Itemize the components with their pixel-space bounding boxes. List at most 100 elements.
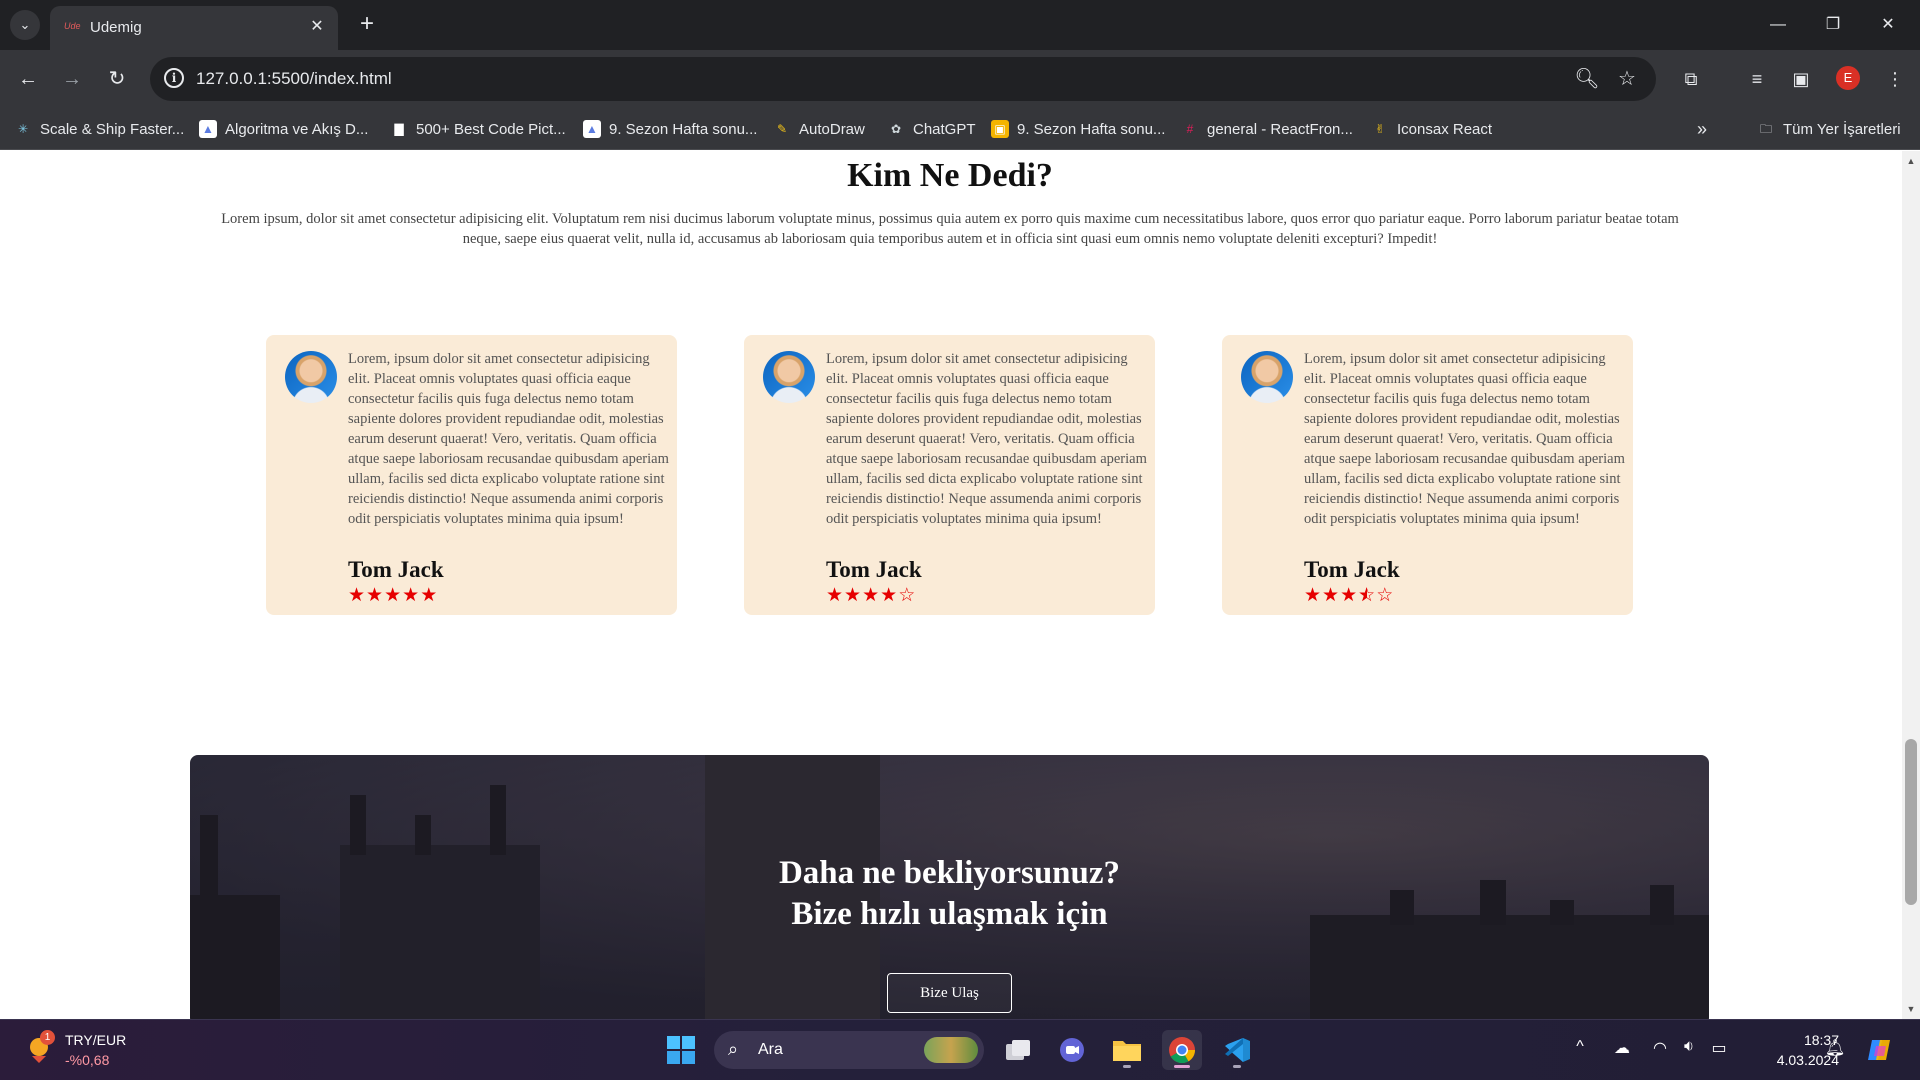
cta-heading-line1: Daha ne bekliyorsunuz? [778, 855, 1121, 891]
star-full-icon: ★ [880, 584, 899, 606]
file-explorer-icon[interactable] [1107, 1030, 1147, 1070]
spire-silhouette [490, 785, 506, 855]
new-tab-button[interactable]: + [352, 10, 382, 40]
notification-bell-icon[interactable]: 🔔︎ [1823, 1038, 1847, 1058]
slides-icon: ▣ [991, 120, 1009, 138]
tab-title: Udemig [90, 19, 142, 36]
star-empty-icon: ☆ [898, 584, 917, 606]
star-full-icon: ★ [844, 584, 863, 606]
scroll-up-icon[interactable]: ▲ [1906, 156, 1916, 166]
spire-silhouette [415, 815, 431, 855]
pencil-icon: ✎ [776, 122, 788, 136]
star-full-icon: ★ [826, 584, 845, 606]
tab-search-button[interactable]: ⌄ [10, 10, 40, 40]
search-placeholder: Ara [758, 1041, 783, 1058]
media-control-icon[interactable]: ≡ [1742, 64, 1772, 94]
star-full-icon: ★ [862, 584, 881, 606]
contact-button[interactable]: Bize Ulaş [887, 973, 1012, 1013]
testimonial-card: Lorem, ipsum dolor sit amet consectetur … [1222, 335, 1633, 615]
site-info-icon[interactable]: i [164, 68, 184, 88]
avatar [1241, 351, 1293, 403]
unsplash-icon: ▇ [394, 122, 404, 136]
chatgpt-icon: ✿ [890, 122, 902, 136]
bookmark-item[interactable]: ▲ Algoritma ve Akış D... [199, 118, 368, 140]
zoom-icon[interactable]: 🔍︎ [1574, 66, 1600, 92]
bookmark-star-icon[interactable]: ☆ [1614, 66, 1640, 92]
testimonial-name: Tom Jack [1304, 557, 1400, 582]
bookmark-item[interactable]: ▣ 9. Sezon Hafta sonu... [991, 118, 1165, 140]
profile-avatar[interactable]: E [1836, 66, 1860, 90]
favicon-icon: Ude [64, 21, 81, 31]
cta-heading-line2: Bize hızlı ulaşmak için [791, 896, 1108, 932]
reload-icon[interactable]: ↻ [102, 64, 132, 94]
spire-silhouette [350, 795, 366, 855]
star-full-icon: ★ [384, 584, 403, 606]
testimonial-name: Tom Jack [348, 557, 444, 582]
ticker-name[interactable]: TRY/EUR [65, 1032, 126, 1048]
more-bookmarks-icon[interactable]: » [1697, 118, 1707, 140]
bookmark-item[interactable]: ✌ Iconsax React [1371, 118, 1492, 140]
bookmark-item[interactable]: ▲ 9. Sezon Hafta sonu... [583, 118, 757, 140]
star-full-icon: ★ [348, 584, 367, 606]
doc-icon: ▲ [583, 120, 601, 138]
chevron-up-icon[interactable]: ^ [1568, 1038, 1592, 1056]
cta-heading: Daha ne bekliyorsunuz? Bize hızlı ulaşma… [190, 853, 1709, 935]
page-viewport: Kim Ne Dedi? Lorem ipsum, dolor sit amet… [0, 151, 1902, 1019]
slack-icon: # [1186, 122, 1194, 136]
scroll-down-icon[interactable]: ▼ [1906, 1004, 1916, 1014]
star-burst-icon: ✳ [17, 122, 29, 136]
battery-icon[interactable]: ▭ [1707, 1038, 1731, 1058]
star-rating: ★★★★★ [348, 585, 438, 605]
back-icon[interactable]: ← [13, 64, 43, 94]
star-empty-icon: ☆ [1376, 584, 1395, 606]
testimonial-text: Lorem, ipsum dolor sit amet consectetur … [826, 351, 1147, 527]
side-panel-icon[interactable]: ▣ [1786, 64, 1816, 94]
bookmarks-bar: ✳ Scale & Ship Faster... ▲ Algoritma ve Ak… [0, 108, 1920, 150]
forward-icon[interactable]: → [57, 64, 87, 94]
testimonial-name: Tom Jack [826, 557, 922, 582]
copilot-icon[interactable] [1860, 1030, 1900, 1070]
volume-icon[interactable]: 🔉︎ [1677, 1038, 1701, 1056]
victory-hand-icon: ✌ [1374, 122, 1386, 136]
vscode-icon[interactable] [1217, 1030, 1257, 1070]
star-full-icon: ★ [1340, 584, 1359, 606]
bookmark-item[interactable]: # general - ReactFron... [1181, 118, 1353, 140]
bookmark-item[interactable]: ✎ AutoDraw [773, 118, 865, 140]
bookmark-item[interactable]: ✿ ChatGPT [887, 118, 976, 140]
search-highlight-image [924, 1037, 978, 1063]
page-scrollbar[interactable]: ▲ ▼ [1902, 151, 1920, 1019]
testimonial-text: Lorem, ipsum dolor sit amet consectetur … [348, 351, 669, 527]
address-bar[interactable]: i 127.0.0.1:5500/index.html 🔍︎ ☆ [150, 57, 1656, 101]
onedrive-icon[interactable]: ☁ [1610, 1038, 1634, 1058]
bookmark-item[interactable]: ▇ 500+ Best Code Pict... [390, 118, 565, 140]
task-view-icon[interactable] [998, 1030, 1038, 1070]
bookmark-item[interactable]: ✳ Scale & Ship Faster... [14, 118, 184, 140]
tab-strip: ⌄ Ude Udemig ✕ + — ❐ ✕ [0, 0, 1920, 50]
extensions-icon[interactable]: ⧉ [1676, 64, 1706, 94]
wifi-icon[interactable]: ◠ [1648, 1038, 1672, 1058]
browser-toolbar: ← → ↻ i 127.0.0.1:5500/index.html 🔍︎ ☆ ⧉… [0, 50, 1920, 108]
star-full-icon: ★ [1322, 584, 1341, 606]
close-tab-icon[interactable]: ✕ [306, 16, 328, 38]
running-indicator [1123, 1065, 1131, 1068]
star-rating: ★★★☆★☆ [1304, 585, 1394, 605]
running-indicator [1233, 1065, 1241, 1068]
close-window-icon[interactable]: ✕ [1868, 10, 1908, 40]
chrome-icon[interactable] [1162, 1030, 1202, 1070]
avatar [285, 351, 337, 403]
taskbar-search[interactable]: ⌕ Ara [714, 1031, 984, 1069]
star-full-icon: ★ [402, 584, 421, 606]
teams-chat-icon[interactable] [1052, 1030, 1092, 1070]
ticker-value: -%0,68 [65, 1052, 110, 1068]
all-bookmarks-folder[interactable]: 🗀 Tüm Yer İşaretleri [1757, 118, 1901, 140]
testimonial-card: Lorem, ipsum dolor sit amet consectetur … [266, 335, 677, 615]
minimize-icon[interactable]: — [1758, 10, 1798, 40]
kebab-menu-icon[interactable]: ⋮ [1880, 64, 1910, 94]
url-text[interactable]: 127.0.0.1:5500/index.html [196, 69, 392, 89]
search-icon: ⌕ [728, 1039, 739, 1059]
testimonial-card: Lorem, ipsum dolor sit amet consectetur … [744, 335, 1155, 615]
scrollbar-thumb[interactable] [1905, 739, 1917, 905]
restore-icon[interactable]: ❐ [1813, 10, 1853, 40]
windows-start-icon[interactable] [661, 1030, 701, 1070]
active-tab[interactable]: Ude Udemig ✕ [50, 6, 338, 50]
